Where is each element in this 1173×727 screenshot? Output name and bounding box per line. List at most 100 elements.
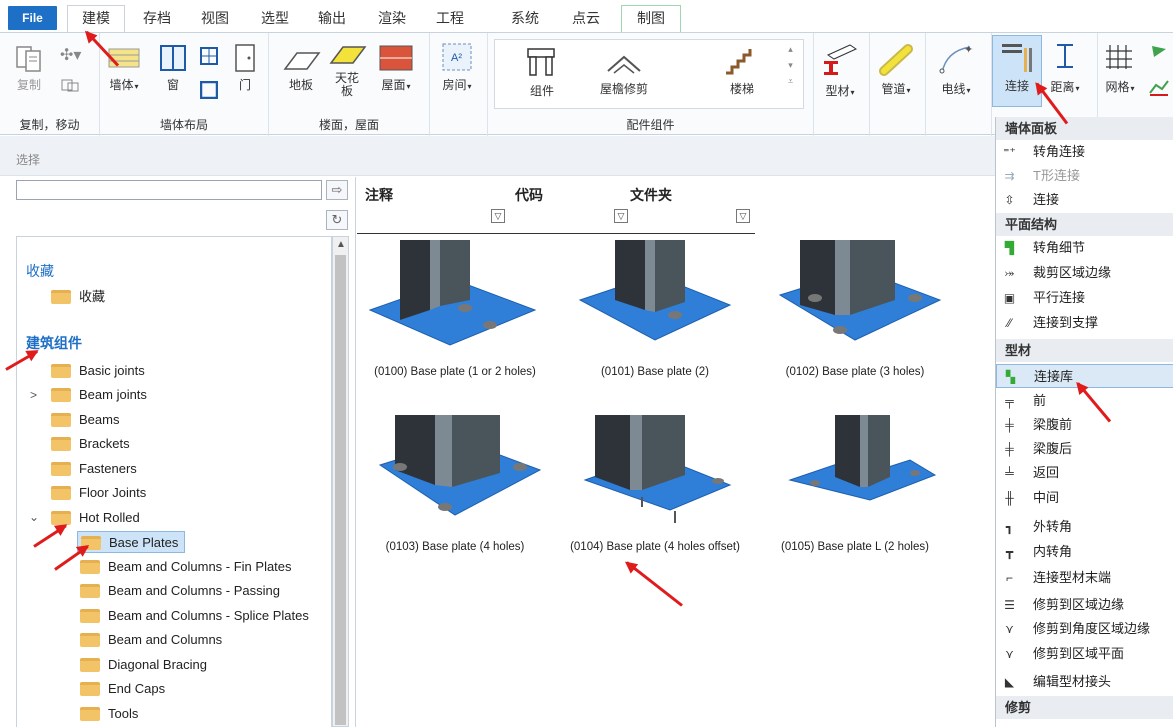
menu-item-corner-connection[interactable]: ⁼⁺ 转角连接 — [996, 140, 1173, 164]
filter-folder-icon[interactable]: ▽ — [736, 209, 750, 223]
base-plate-image — [788, 415, 937, 501]
move-icon[interactable]: ✣▾ — [60, 45, 81, 65]
menu-item-trim-region-edge[interactable]: ⤖ 裁剪区域边缘 — [996, 261, 1173, 285]
card-caption: (0100) Base plate (1 or 2 holes) — [374, 366, 536, 378]
tree-item-favorites[interactable]: 收藏 — [51, 286, 105, 308]
tab-project[interactable]: 工程 — [428, 6, 472, 30]
ceiling-label: 天花板 — [334, 71, 359, 98]
tree-scrollbar[interactable]: ▲ — [332, 236, 349, 727]
component-icon — [522, 45, 562, 82]
menu-header-wall-panel: 墙体面板 — [996, 117, 1173, 140]
tab-file[interactable]: File — [8, 6, 57, 30]
square-window-icon[interactable] — [199, 80, 219, 102]
tree-item-splice-plates[interactable]: Beam and Columns - Splice Plates — [80, 605, 309, 627]
tree-item-beam-columns[interactable]: Beam and Columns — [80, 629, 222, 651]
filter-code-icon[interactable]: ▽ — [614, 209, 628, 223]
tab-modeling[interactable]: 建模 — [67, 5, 125, 33]
tree-item-end-caps[interactable]: End Caps — [80, 678, 165, 700]
menu-item-connect-to-support[interactable]: ⁄⁄ 连接到支撑 — [996, 311, 1173, 335]
menu-item-web-back[interactable]: ╪ 梁腹后 — [996, 437, 1173, 461]
stair-button[interactable]: 楼梯 — [722, 47, 762, 97]
card-0101[interactable]: (0101) Base plate (2) — [560, 240, 750, 390]
filter-comment-icon[interactable]: ▽ — [491, 209, 505, 223]
window-button[interactable]: 窗 — [158, 43, 188, 93]
refresh-button[interactable]: ↻ — [326, 210, 348, 230]
tree-item-fasteners[interactable]: Fasteners — [51, 458, 137, 480]
menu-item-trim-to-region-plane[interactable]: ⋎ 修剪到区域平面 — [996, 642, 1173, 666]
menu-item-parallel-connection[interactable]: ▣ 平行连接 — [996, 286, 1173, 310]
favorites-section[interactable]: 收藏 — [26, 261, 54, 281]
menu-item-middle[interactable]: ╫ 中间 — [996, 486, 1173, 510]
connect-button[interactable]: 连接 — [992, 35, 1042, 107]
room-button[interactable]: A² 房间 — [439, 41, 475, 93]
eave-trim-button[interactable]: 屋檐修剪 — [600, 51, 648, 97]
trim-angle-icon: ⋎ — [1005, 622, 1014, 636]
search-input[interactable] — [16, 180, 322, 200]
card-0100[interactable]: (0100) Base plate (1 or 2 holes) — [360, 240, 550, 390]
tree-item-brackets[interactable]: Brackets — [51, 433, 130, 455]
floor-button[interactable]: 地板 — [281, 45, 321, 93]
tab-view[interactable]: 视图 — [193, 6, 237, 30]
tree-item-basic-joints[interactable]: Basic joints — [51, 360, 145, 382]
component-label: 组件 — [529, 84, 554, 98]
menu-item-web-front[interactable]: ╪ 梁腹前 — [996, 413, 1173, 437]
menu-item-trim-to-angle-region-edge[interactable]: ⋎ 修剪到角度区域边缘 — [996, 617, 1173, 641]
edit-joint-icon: ◣ — [1004, 675, 1015, 689]
copy-small-icon[interactable] — [60, 77, 82, 96]
ceiling-button[interactable]: 天花板 — [327, 41, 367, 98]
profile-button[interactable]: 型材 — [820, 41, 860, 99]
scrollbar-thumb[interactable] — [335, 255, 346, 725]
tree-item-tools[interactable]: Tools — [80, 703, 138, 725]
grid-button[interactable]: 网格 — [1102, 39, 1138, 95]
collapse-hot-rolled-icon[interactable]: ⌄ — [29, 510, 39, 524]
expand-beam-joints-icon[interactable]: > — [30, 388, 37, 402]
tree-item-floor-joints[interactable]: Floor Joints — [51, 482, 146, 504]
column-header-comment[interactable]: 注释 — [365, 185, 393, 205]
roof-button[interactable]: 屋面 — [377, 43, 415, 93]
tab-archive[interactable]: 存档 — [135, 6, 179, 30]
wall-button[interactable]: 墙体 — [106, 43, 142, 93]
tab-selection[interactable]: 选型 — [253, 6, 297, 30]
door-button[interactable]: 门 — [232, 43, 258, 93]
menu-item-trim-to-region-edge[interactable]: ☰ 修剪到区域边缘 — [996, 593, 1173, 617]
tab-output[interactable]: 输出 — [310, 6, 354, 30]
menu-item-t-connection[interactable]: ⇉ T形连接 — [996, 164, 1173, 188]
gallery-scroll[interactable]: ▴ ▾ ⩡ — [788, 41, 793, 89]
scroll-up-icon[interactable]: ▲ — [336, 239, 346, 250]
card-0105[interactable]: (0105) Base plate L (2 holes) — [760, 415, 950, 565]
floor-group-label: 楼面，屋面 — [318, 118, 379, 132]
menu-header-profile: 型材 — [996, 339, 1173, 362]
tree-item-base-plates[interactable]: Base Plates — [77, 531, 186, 553]
pipe-button[interactable]: 管道 — [876, 43, 916, 97]
tab-system[interactable]: 系统 — [503, 6, 547, 30]
tab-drawing[interactable]: 制图 — [621, 5, 681, 33]
menu-item-corner-detail[interactable]: ▜ 转角细节 — [996, 236, 1173, 260]
green-flag-icon[interactable] — [1148, 43, 1170, 66]
distance-button[interactable]: 距离 — [1047, 39, 1083, 95]
tree-item-beam-joints[interactable]: Beam joints — [51, 384, 147, 406]
tree-item-diagonal-bracing[interactable]: Diagonal Bracing — [80, 654, 207, 676]
card-0102[interactable]: (0102) Base plate (3 holes) — [760, 240, 950, 390]
card-0103[interactable]: (0103) Base plate (4 holes) — [360, 415, 550, 565]
grid-window-icon[interactable] — [200, 47, 218, 68]
menu-item-inner-corner[interactable]: ┳ 内转角 — [996, 540, 1173, 564]
tree-item-passing[interactable]: Beam and Columns - Passing — [80, 580, 280, 602]
tree-item-beams[interactable]: Beams — [51, 409, 119, 431]
search-go-button[interactable]: ⇨ — [326, 180, 348, 200]
column-header-folder[interactable]: 文件夹 — [630, 185, 672, 205]
column-header-code[interactable]: 代码 — [515, 185, 543, 205]
menu-header-planar-structure: 平面结构 — [996, 213, 1173, 236]
menu-item-outer-corner[interactable]: ┓ 外转角 — [996, 515, 1173, 539]
tab-render[interactable]: 渲染 — [370, 6, 414, 30]
menu-item-edit-profile-joint[interactable]: ◣ 编辑型材接头 — [996, 670, 1173, 694]
component-button[interactable]: 组件 — [522, 45, 562, 99]
copy-button[interactable]: 复制 — [14, 43, 44, 93]
tree-item-fin-plates[interactable]: Beam and Columns - Fin Plates — [80, 556, 292, 578]
menu-item-return[interactable]: ╧ 返回 — [996, 461, 1173, 485]
wire-button[interactable]: ✦ 电线 — [936, 41, 976, 97]
menu-item-connect-profile-end[interactable]: ⌐ 连接型材末端 — [996, 566, 1173, 590]
green-chart-icon[interactable] — [1148, 77, 1170, 100]
card-0104[interactable]: (0104) Base plate (4 holes offset) — [560, 415, 750, 565]
tab-pointcloud[interactable]: 点云 — [564, 6, 608, 30]
menu-item-connection[interactable]: ⇳ 连接 — [996, 188, 1173, 212]
